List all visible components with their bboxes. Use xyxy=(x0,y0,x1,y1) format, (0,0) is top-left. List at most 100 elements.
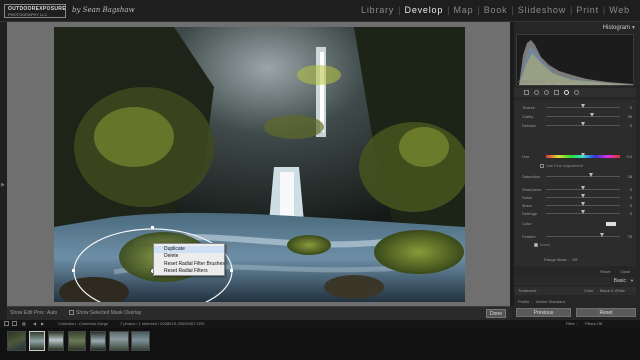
profile-select[interactable]: Adobe Standard xyxy=(536,299,565,304)
range-mask-select[interactable]: Off xyxy=(572,257,577,262)
slider-thumb[interactable] xyxy=(581,153,585,157)
left-panel-collapsed[interactable]: ▶ xyxy=(0,22,7,320)
slider-value[interactable]: 0 xyxy=(630,187,632,192)
ctx-delete[interactable]: Delete xyxy=(154,253,224,260)
previous-reset-bar: Previous Reset xyxy=(510,306,640,320)
slider-track[interactable] xyxy=(546,116,620,117)
slider-thumb[interactable] xyxy=(589,173,593,177)
previous-button[interactable]: Previous xyxy=(516,308,571,317)
slider-saturation[interactable]: Saturation 28 xyxy=(514,173,636,181)
crop-tool-icon[interactable] xyxy=(524,90,529,95)
film-thumbnail[interactable] xyxy=(131,331,150,351)
slider-value[interactable]: 28 xyxy=(628,174,632,179)
slider-thumb[interactable] xyxy=(590,113,594,117)
slider-value[interactable]: 0 xyxy=(630,123,632,128)
module-print[interactable]: Print xyxy=(572,5,603,15)
module-slideshow[interactable]: Slideshow xyxy=(514,5,570,15)
slider-moire[interactable]: Moire 0 xyxy=(514,202,636,210)
slider-label: Noise xyxy=(522,195,533,200)
slider-thumb[interactable] xyxy=(600,233,604,237)
identity-plate-logo: OUTDOOREXPOSURE PHOTOGRAPHY LLC xyxy=(4,4,66,18)
basic-panel-header[interactable]: Basic ▼ xyxy=(514,277,636,285)
color-row[interactable]: Color xyxy=(514,220,636,228)
use-fine-label: Use Fine Adjustment xyxy=(546,163,583,168)
ctx-reset-brushes[interactable]: Reset Radial Filter Brushes xyxy=(154,261,225,268)
module-library[interactable]: Library xyxy=(357,5,398,15)
film-thumbnail[interactable] xyxy=(90,331,106,351)
ctx-reset-filters[interactable]: Reset Radial Filters xyxy=(154,268,224,275)
slider-track[interactable] xyxy=(546,176,620,177)
waterfall-photo xyxy=(54,27,465,302)
photo-preview[interactable] xyxy=(54,27,465,302)
graduated-filter-icon[interactable] xyxy=(554,90,559,95)
slider-track[interactable] xyxy=(546,236,620,237)
overlay-toggle[interactable]: Show Selected Mask Overlay xyxy=(69,310,141,316)
grid-view-icon[interactable]: ▦ xyxy=(22,321,26,326)
film-thumbnail[interactable] xyxy=(68,331,86,351)
radial-filter-icon[interactable] xyxy=(564,90,569,95)
range-mask-row[interactable]: Range Mask : Off xyxy=(514,256,636,264)
show-edit-pins-select[interactable]: Auto xyxy=(47,310,57,316)
filter-select[interactable]: Filters Off xyxy=(585,321,602,326)
slider-clarity[interactable]: Clarity 30 xyxy=(514,113,636,121)
film-thumbnail[interactable] xyxy=(109,331,129,351)
module-book[interactable]: Book xyxy=(480,5,512,15)
ctx-duplicate[interactable]: Duplicate xyxy=(154,246,224,253)
reset-button[interactable]: Reset xyxy=(576,308,636,317)
slider-value[interactable]: 0 xyxy=(630,211,632,216)
slider-thumb[interactable] xyxy=(581,194,585,198)
done-button[interactable]: Done xyxy=(486,309,506,318)
forward-arrow-icon[interactable]: ▶ xyxy=(41,321,44,326)
color-swatch[interactable] xyxy=(606,222,616,226)
module-develop[interactable]: Develop xyxy=(401,5,448,15)
adjustment-brush-icon[interactable] xyxy=(574,90,579,95)
invert-checkbox[interactable] xyxy=(534,242,538,247)
spot-removal-icon[interactable] xyxy=(534,90,539,95)
treatment-color[interactable]: Color xyxy=(584,288,594,293)
panel-divider[interactable] xyxy=(510,22,514,320)
treatment-bw[interactable]: Black & White xyxy=(600,288,625,293)
overlay-checkbox[interactable] xyxy=(69,310,74,316)
page-2-button[interactable] xyxy=(12,321,17,326)
slider-thumb[interactable] xyxy=(581,202,585,206)
expand-left-panel-icon[interactable]: ▶ xyxy=(1,182,5,188)
iso: ISO 100 xyxy=(568,81,583,86)
slider-noise[interactable]: Noise 0 xyxy=(514,194,636,202)
invert-toggle[interactable]: Invert xyxy=(534,242,550,247)
filter-reset-button[interactable]: Reset xyxy=(600,269,610,274)
red-eye-icon[interactable] xyxy=(544,90,549,95)
slider-thumb[interactable] xyxy=(581,122,585,126)
use-fine-checkbox[interactable] xyxy=(540,163,544,168)
slider-thumb[interactable] xyxy=(581,104,585,108)
slider-feather[interactable]: Feather 75 xyxy=(514,233,636,241)
image-canvas xyxy=(7,22,510,306)
slider-value[interactable]: 30 xyxy=(628,114,632,119)
slider-value[interactable]: 75 xyxy=(628,234,632,239)
slider-value[interactable]: 0 xyxy=(630,195,632,200)
slider-thumb[interactable] xyxy=(581,186,585,190)
slider-value[interactable]: 0 xyxy=(630,203,632,208)
slider-label: Hue xyxy=(522,154,530,159)
collection-source[interactable]: Collection : Columbia Gorge xyxy=(58,321,108,326)
histogram-header[interactable]: Histogram ▼ xyxy=(514,25,636,33)
slider-hue[interactable]: Hue 0.0 xyxy=(514,153,636,161)
slider-defringe[interactable]: Defringe 0 xyxy=(514,210,636,218)
module-web[interactable]: Web xyxy=(605,5,634,15)
module-map[interactable]: Map xyxy=(449,5,477,15)
slider-value[interactable]: 0.0 xyxy=(626,154,632,159)
collapse-triangle-icon[interactable]: ▼ xyxy=(631,25,636,31)
page-1-button[interactable] xyxy=(4,321,9,326)
film-thumbnail[interactable] xyxy=(7,331,26,351)
slider-texture[interactable]: Texture 0 xyxy=(514,104,636,112)
module-picker: Library | Develop | Map | Book | Slidesh… xyxy=(357,5,634,15)
slider-thumb[interactable] xyxy=(581,210,585,214)
slider-value[interactable]: 0 xyxy=(630,105,632,110)
back-arrow-icon[interactable]: ◀ xyxy=(33,321,36,326)
collapse-triangle-icon[interactable]: ▼ xyxy=(630,278,634,283)
film-thumbnail-selected[interactable] xyxy=(29,331,45,351)
film-thumbnail[interactable] xyxy=(48,331,64,351)
slider-dehaze[interactable]: Dehaze 0 xyxy=(514,122,636,130)
slider-sharpness[interactable]: Sharpness 0 xyxy=(514,186,636,194)
use-fine-adjustment-toggle[interactable]: Use Fine Adjustment xyxy=(540,163,583,168)
filter-close-button[interactable]: Close xyxy=(620,269,630,274)
